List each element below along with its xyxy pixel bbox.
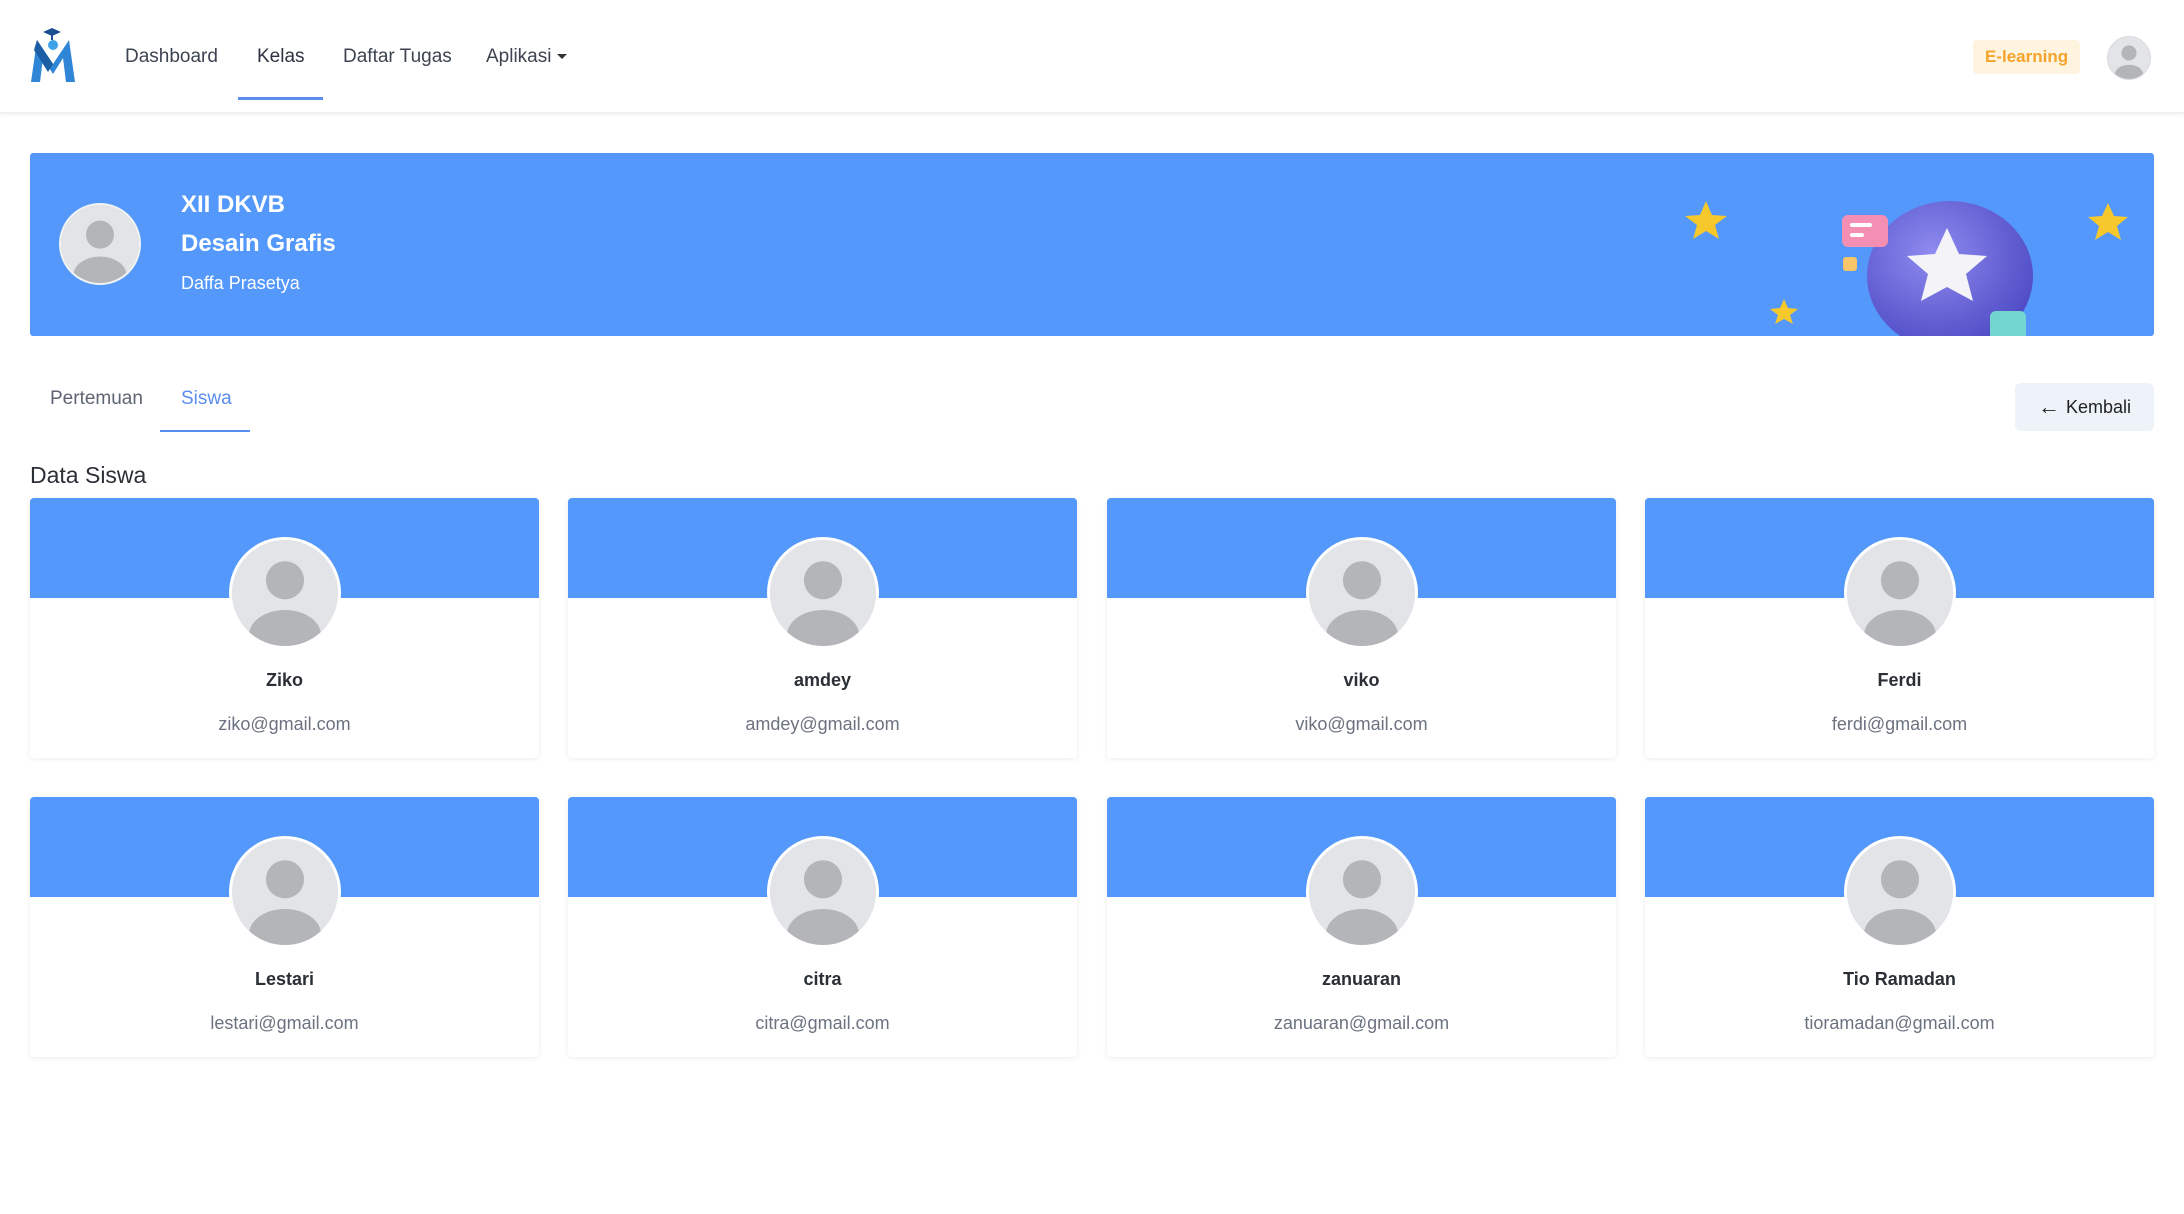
student-avatar — [1844, 537, 1956, 649]
app-logo[interactable] — [28, 26, 78, 84]
student-name: Ziko — [265, 670, 303, 690]
nav-dashboard[interactable]: Dashboard — [125, 0, 218, 100]
student-email: amdey@gmail.com — [745, 714, 900, 734]
star-icon — [1685, 201, 1727, 239]
nav-aplikasi-dropdown[interactable]: Aplikasi — [486, 0, 568, 100]
student-avatar — [229, 537, 341, 649]
nav-active-indicator — [238, 97, 323, 100]
user-silhouette-icon — [232, 540, 338, 646]
student-card[interactable]: citra citra@gmail.com — [568, 797, 1077, 1057]
section-title: Data Siswa — [30, 462, 147, 488]
student-email: ziko@gmail.com — [218, 714, 351, 734]
student-avatar — [229, 836, 341, 948]
student-card[interactable]: Tio Ramadan tioramadan@gmail.com — [1645, 797, 2154, 1057]
user-silhouette-icon — [61, 205, 139, 283]
student-email: zanuaran@gmail.com — [1273, 1013, 1450, 1033]
student-card[interactable]: Ferdi ferdi@gmail.com — [1645, 498, 2154, 758]
student-name: viko — [1343, 670, 1380, 690]
teacher-name: Daffa Prasetya — [181, 273, 300, 293]
student-email: citra@gmail.com — [755, 1013, 890, 1033]
student-name: Lestari — [254, 969, 315, 989]
caret-down-icon — [557, 54, 568, 60]
arrow-left-icon: ← — [2037, 394, 2060, 419]
back-button[interactable]: ← Kembali — [2015, 383, 2154, 431]
student-name: amdey — [793, 670, 852, 690]
student-card[interactable]: amdey amdey@gmail.com — [568, 498, 1077, 758]
student-email: viko@gmail.com — [1295, 714, 1428, 734]
back-button-label: Kembali — [2065, 396, 2132, 417]
user-silhouette-icon — [2108, 37, 2150, 79]
student-email: lestari@gmail.com — [210, 1013, 359, 1033]
user-silhouette-icon — [1309, 540, 1415, 646]
student-avatar — [767, 537, 879, 649]
tab-siswa[interactable]: Siswa — [181, 388, 232, 410]
user-silhouette-icon — [232, 839, 338, 945]
nav-daftar-tugas[interactable]: Daftar Tugas — [343, 0, 452, 100]
star-icon — [1770, 299, 1798, 324]
nav-kelas[interactable]: Kelas — [257, 0, 305, 100]
banner-illustration — [1685, 201, 2128, 336]
student-avatar — [767, 836, 879, 948]
student-name: Ferdi — [1877, 670, 1922, 690]
student-card[interactable]: Lestari lestari@gmail.com — [30, 797, 539, 1057]
user-silhouette-icon — [770, 839, 876, 945]
user-avatar[interactable] — [2107, 36, 2151, 80]
student-email: tioramadan@gmail.com — [1804, 1013, 1995, 1033]
student-name: Tio Ramadan — [1843, 969, 1956, 989]
student-avatar — [1306, 836, 1418, 948]
teacher-avatar — [59, 203, 141, 285]
user-silhouette-icon — [1847, 540, 1953, 646]
student-avatar — [1844, 836, 1956, 948]
student-avatar — [1306, 537, 1418, 649]
user-silhouette-icon — [1309, 839, 1415, 945]
class-name: XII DKVB — [181, 191, 286, 218]
tab-active-indicator — [160, 430, 250, 432]
subject-name: Desain Grafis — [181, 230, 336, 257]
elearning-badge: E-learning — [1973, 40, 2081, 74]
student-card[interactable]: zanuaran zanuaran@gmail.com — [1107, 797, 1616, 1057]
planet-icon — [1867, 201, 2033, 336]
user-silhouette-icon — [1847, 839, 1953, 945]
nav-aplikasi-label: Aplikasi — [486, 46, 552, 67]
tab-pertemuan[interactable]: Pertemuan — [50, 388, 143, 410]
student-name: citra — [803, 969, 842, 989]
student-email: ferdi@gmail.com — [1831, 714, 1968, 734]
student-card[interactable]: viko viko@gmail.com — [1107, 498, 1616, 758]
student-card[interactable]: Ziko ziko@gmail.com — [30, 498, 539, 758]
top-navbar: Dashboard Kelas Daftar Tugas Aplikasi E-… — [0, 0, 2184, 113]
class-banner: XII DKVB Desain Grafis Daffa Prasetya — [30, 153, 2154, 336]
student-name: zanuaran — [1321, 969, 1402, 989]
star-icon — [2088, 203, 2128, 240]
user-silhouette-icon — [770, 540, 876, 646]
